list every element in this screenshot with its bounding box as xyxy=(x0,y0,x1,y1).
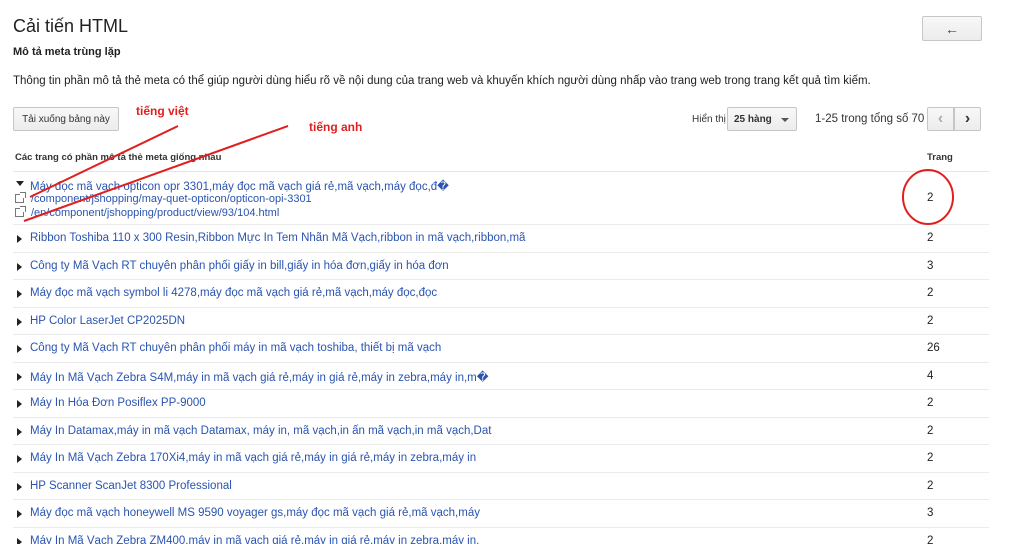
table-row-expanded: Máy đọc mã vạch opticon opr 3301,máy đọc… xyxy=(13,172,989,225)
table-row: Công ty Mã Vạch RT chuyên phân phối máy … xyxy=(13,335,989,363)
row-count: 2 xyxy=(927,452,934,464)
page: Cải tiến HTML ← Mô tả meta trùng lặp Thô… xyxy=(0,0,1024,544)
section-description: Thông tin phần mô tả thẻ meta có thể giú… xyxy=(13,75,871,87)
row-url-2[interactable]: /en/component/jshopping/product/view/93/… xyxy=(15,206,279,219)
column-header-pages[interactable]: Các trang có phần mô tả thẻ meta giống n… xyxy=(15,152,221,163)
row-count: 2 xyxy=(927,192,934,204)
row-title-link[interactable]: Ribbon Toshiba 110 x 300 Resin,Ribbon Mự… xyxy=(30,232,525,244)
rows-per-page-value: 25 hàng xyxy=(734,113,772,125)
row-title-link[interactable]: Máy In Mã Vạch Zebra ZM400,máy in mã vạc… xyxy=(30,535,479,544)
table-row: HP Scanner ScanJet 8300 Professional 2 xyxy=(13,473,989,500)
expand-triangle-icon[interactable] xyxy=(17,262,22,271)
expand-triangle-icon[interactable] xyxy=(17,510,22,518)
row-title-link[interactable]: Máy In Hóa Đơn Posiflex PP-9000 xyxy=(30,397,206,409)
row-title-link[interactable]: Công ty Mã Vạch RT chuyên phân phối giấy… xyxy=(30,260,449,272)
column-header-count[interactable]: Trang xyxy=(927,152,953,163)
expand-triangle-icon[interactable] xyxy=(17,482,22,491)
chevron-left-icon: ‹ xyxy=(937,110,944,127)
section-title: Mô tả meta trùng lặp xyxy=(13,46,121,58)
table-header: Các trang có phần mô tả thẻ meta giống n… xyxy=(13,146,989,172)
table-row: Máy đọc mã vạch honeywell MS 9590 voyage… xyxy=(13,500,989,528)
expand-triangle-icon[interactable] xyxy=(17,372,22,381)
table-row: Máy đọc mã vạch symbol li 4278,máy đọc m… xyxy=(13,280,989,308)
table-row: Công ty Mã Vạch RT chuyên phân phối giấy… xyxy=(13,253,989,280)
previous-page-button[interactable]: ‹ xyxy=(927,107,954,131)
expand-triangle-icon[interactable] xyxy=(17,400,22,408)
row-count: 2 xyxy=(927,287,934,299)
chevron-right-icon: › xyxy=(964,110,971,127)
row-url-1[interactable]: /component/jshopping/may-quet-opticon/op… xyxy=(15,192,312,205)
duplicate-meta-table: Các trang có phần mô tả thẻ meta giống n… xyxy=(13,146,989,544)
download-table-button[interactable]: Tải xuống bảng này xyxy=(13,107,119,131)
table-row: Máy In Datamax,máy in mã vạch Datamax, m… xyxy=(13,418,989,445)
expand-triangle-icon[interactable] xyxy=(17,290,22,298)
row-count: 2 xyxy=(927,479,934,492)
table-row: HP Color LaserJet CP2025DN 2 xyxy=(13,308,989,335)
url-text[interactable]: /en/component/jshopping/product/view/93/… xyxy=(31,207,279,219)
expand-triangle-icon[interactable] xyxy=(17,427,22,436)
row-count: 3 xyxy=(927,259,934,272)
table-row: Ribbon Toshiba 110 x 300 Resin,Ribbon Mự… xyxy=(13,225,989,253)
row-count: 26 xyxy=(927,342,940,354)
row-title-link[interactable]: Công ty Mã Vạch RT chuyên phân phối máy … xyxy=(30,342,441,354)
external-link-icon[interactable] xyxy=(15,206,26,217)
row-title-link[interactable]: HP Scanner ScanJet 8300 Professional xyxy=(30,480,232,492)
annotation-english: tiếng anh xyxy=(309,120,363,134)
row-count: 2 xyxy=(927,314,934,327)
row-title-link[interactable]: Máy In Mã Vạch Zebra S4M,máy in mã vạch … xyxy=(30,370,489,384)
expand-triangle-icon[interactable] xyxy=(17,455,22,463)
row-title-link[interactable]: Máy đọc mã vạch symbol li 4278,máy đọc m… xyxy=(30,287,437,299)
expand-triangle-icon[interactable] xyxy=(17,317,22,326)
table-row: Máy In Mã Vạch Zebra ZM400,máy in mã vạc… xyxy=(13,528,989,544)
row-title-link[interactable]: Máy In Datamax,máy in mã vạch Datamax, m… xyxy=(30,425,491,437)
table-row: Máy In Mã Vạch Zebra 170Xi4,máy in mã vạ… xyxy=(13,445,989,473)
rows-per-page-select[interactable]: 25 hàng xyxy=(727,107,797,131)
row-title-link[interactable]: HP Color LaserJet CP2025DN xyxy=(30,315,185,327)
table-row: Máy In Hóa Đơn Posiflex PP-9000 2 xyxy=(13,390,989,418)
row-count: 2 xyxy=(927,534,934,544)
row-title-link[interactable]: Máy đọc mã vạch honeywell MS 9590 voyage… xyxy=(30,507,480,519)
page-title: Cải tiến HTML xyxy=(13,16,129,36)
row-count: 2 xyxy=(927,397,934,409)
table-body: Ribbon Toshiba 110 x 300 Resin,Ribbon Mự… xyxy=(13,225,989,544)
next-page-button[interactable]: › xyxy=(954,107,981,131)
url-text[interactable]: /component/jshopping/may-quet-opticon/op… xyxy=(31,193,312,205)
row-title-link[interactable]: Máy đọc mã vạch opticon opr 3301,máy đọc… xyxy=(30,179,449,193)
expand-triangle-icon[interactable] xyxy=(17,537,22,544)
caret-down-icon xyxy=(781,118,789,122)
row-count: 2 xyxy=(927,424,934,437)
back-arrow-icon: ← xyxy=(945,20,959,37)
show-label: Hiển thị xyxy=(692,114,726,125)
external-link-icon[interactable] xyxy=(15,192,26,203)
collapse-triangle-icon[interactable] xyxy=(16,181,24,186)
back-button[interactable]: ← xyxy=(922,16,982,41)
row-count: 4 xyxy=(927,369,934,382)
expand-triangle-icon[interactable] xyxy=(17,235,22,243)
pagination-range: 1-25 trong tổng số 70 xyxy=(815,113,925,125)
annotation-vietnamese: tiếng việt xyxy=(136,104,189,118)
row-title-link[interactable]: Máy In Mã Vạch Zebra 170Xi4,máy in mã vạ… xyxy=(30,452,476,464)
expand-triangle-icon[interactable] xyxy=(17,345,22,353)
row-count: 2 xyxy=(927,232,934,244)
table-row: Máy In Mã Vạch Zebra S4M,máy in mã vạch … xyxy=(13,363,989,390)
row-count: 3 xyxy=(927,507,934,519)
